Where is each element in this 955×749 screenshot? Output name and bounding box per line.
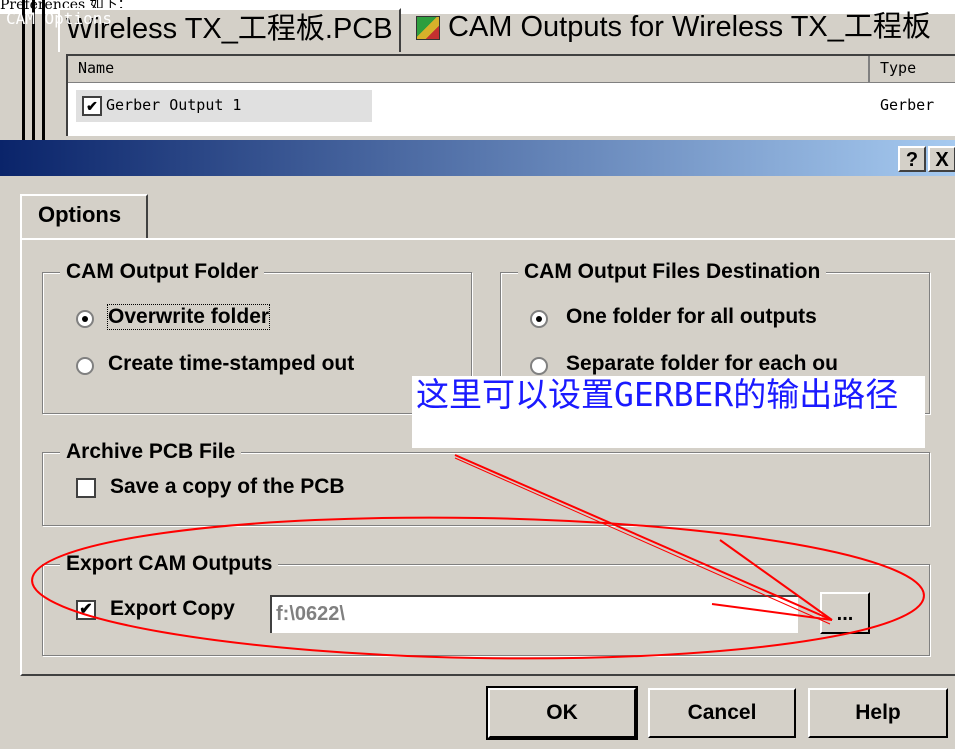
pointer-arrow-line bbox=[454, 454, 833, 621]
annotation-marks bbox=[31, 454, 925, 660]
highlight-ellipse bbox=[31, 516, 925, 660]
